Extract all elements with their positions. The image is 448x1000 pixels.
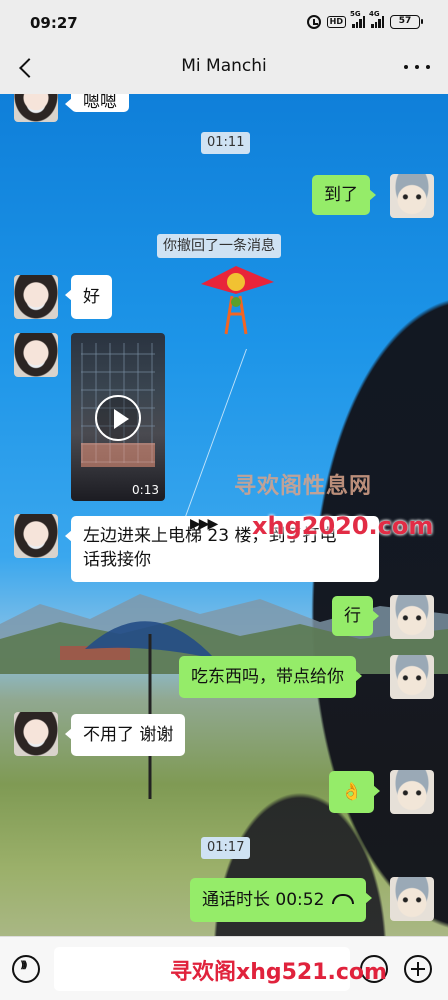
message-text: 到了 — [324, 185, 358, 205]
background-umbrella — [85, 621, 215, 799]
message-text-line: 话我接你 — [83, 550, 151, 570]
chat-title: Mi Manchi — [181, 56, 267, 76]
watermark-site-url: xhg2020.com — [252, 512, 434, 540]
avatar[interactable] — [14, 275, 58, 319]
watermark-arrows: ▶▶▶ — [190, 516, 218, 532]
more-icon[interactable] — [404, 58, 430, 76]
video-duration: 0:13 — [132, 483, 159, 497]
watermark-site-name: 寻欢阁性息网 — [234, 474, 373, 499]
message-text: 不用了 谢谢 — [83, 725, 174, 745]
network-label-4g: 4G — [369, 10, 380, 18]
message-text: 行 — [344, 606, 361, 626]
recalled-notice: 你撤回了一条消息 — [157, 234, 281, 258]
timestamp: 01:11 — [201, 132, 251, 154]
signal-4g-icon: 4G — [369, 10, 384, 28]
status-time: 09:27 — [30, 14, 78, 32]
status-icons: HD 5G 4G 57 — [306, 10, 423, 29]
plus-icon[interactable] — [404, 955, 432, 983]
avatar[interactable] — [390, 174, 434, 218]
message-text: 嗯嗯 — [83, 94, 117, 112]
call-record-bubble[interactable]: 通话时长 00:52 — [190, 878, 373, 922]
video-thumbnail-lobby — [81, 443, 155, 467]
message-bubble[interactable]: 到了 — [312, 175, 376, 215]
video-message[interactable]: 0:13 — [71, 333, 165, 501]
message-bubble[interactable]: 行 — [332, 596, 379, 636]
avatar[interactable] — [390, 877, 434, 921]
message-bubble[interactable]: 不用了 谢谢 — [64, 714, 186, 756]
message-bubble[interactable]: 嗯嗯 — [65, 94, 129, 112]
avatar[interactable] — [390, 770, 434, 814]
network-label-5g: 5G — [350, 10, 361, 18]
voice-icon[interactable] — [12, 955, 40, 983]
signal-5g-icon: 5G — [350, 10, 365, 28]
hd-icon: HD — [326, 16, 346, 28]
avatar[interactable] — [14, 514, 58, 558]
chat-header: Mi Manchi — [0, 40, 448, 94]
message-bubble[interactable]: 吃东西吗，带点给你 — [179, 656, 362, 698]
hangup-icon — [332, 894, 355, 904]
status-bar: 09:27 HD 5G 4G 57 — [0, 0, 448, 40]
message-emoji: 👌 — [341, 782, 363, 802]
avatar[interactable] — [390, 655, 434, 699]
avatar[interactable] — [14, 333, 58, 377]
message-text: 吃东西吗，带点给你 — [191, 667, 344, 687]
play-icon[interactable] — [95, 395, 141, 441]
message-bubble[interactable]: 👌 — [329, 771, 381, 813]
timestamp: 01:17 — [201, 837, 251, 859]
watermark-bottom-banner: 寻欢阁xhg521.com — [170, 960, 387, 985]
avatar[interactable] — [390, 595, 434, 639]
call-duration-text: 通话时长 00:52 — [202, 890, 325, 910]
alarm-icon — [306, 15, 321, 29]
message-text: 好 — [83, 287, 100, 307]
battery-icon: 57 — [390, 15, 423, 29]
avatar[interactable] — [14, 712, 58, 756]
message-bubble[interactable]: 好 — [65, 275, 112, 319]
background-kite — [201, 266, 274, 335]
avatar[interactable] — [14, 94, 58, 122]
